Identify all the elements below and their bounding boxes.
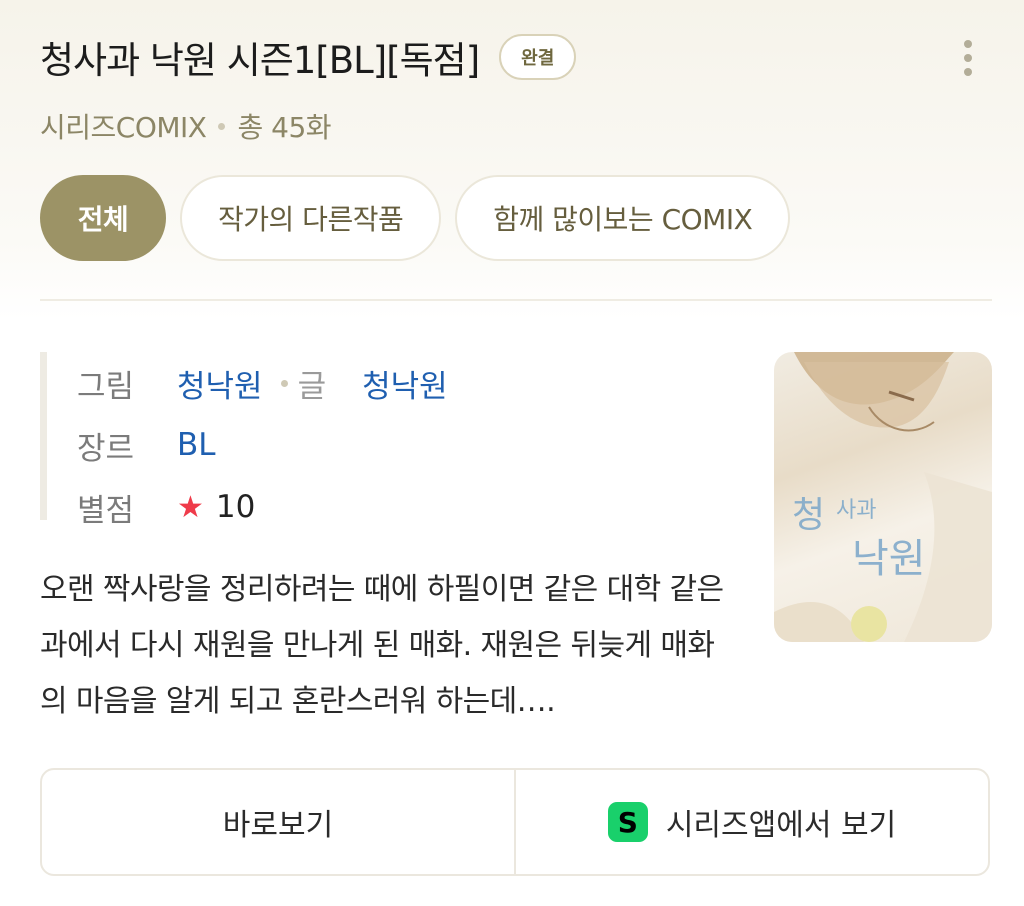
story-label: 글 [297,368,327,405]
separator-dot [280,379,288,387]
rating-value: 10 [215,489,256,525]
tab-frequently-viewed[interactable]: 함께 많이보는 COMIX [455,175,791,261]
art-author-link[interactable]: 청낙원 [177,361,263,406]
info-row-genre: 장르 BL [77,414,448,476]
episode-count: 총 45화 [237,111,332,144]
page-title: 청사과 낙원 시즌1[BL][독점] [40,39,480,82]
read-now-label: 바로보기 [222,808,334,843]
cover-illustration: 청 사과 낙원 [774,352,992,642]
cover-title-line2: 사과 [836,498,876,523]
cover-thumbnail[interactable]: 청 사과 낙원 [774,352,992,642]
genre-link[interactable]: BL [177,427,216,463]
star-icon: ★ [177,489,204,525]
publisher-label: 시리즈COMIX [40,111,207,144]
subtitle-row: 시리즈COMIX 총 45화 [40,106,1004,146]
rating-label: 별점 [77,492,135,529]
genre-label: 장르 [77,430,135,467]
info-block: 그림 청낙원 글 청낙원 장르 BL 별점 ★ 10 [40,352,448,529]
series-app-icon: S [607,802,648,842]
status-badge: 완결 [499,34,577,80]
tab-author-works[interactable]: 작가의 다른작품 [180,175,442,261]
read-now-button[interactable]: 바로보기 [42,770,514,874]
cover-title-line1: 청 [792,495,825,536]
tab-all[interactable]: 전체 [40,175,166,261]
action-bar: 바로보기 S 시리즈앱에서 보기 [40,768,990,876]
more-vertical-icon[interactable] [964,40,974,76]
art-label: 그림 [77,368,135,405]
title-row: 청사과 낙원 시즌1[BL][독점] 완결 [40,30,1004,84]
tab-bar: 전체 작가의 다른작품 함께 많이보는 COMIX [40,175,791,261]
open-series-app-button[interactable]: S 시리즈앱에서 보기 [514,770,988,874]
story-label-wrap: 글 [280,361,327,406]
separator-dot [218,122,226,130]
synopsis: 오랜 짝사랑을 정리하려는 때에 하필이면 같은 대학 같은 과에서 다시 재원… [40,572,724,719]
info-row-art: 그림 청낙원 글 청낙원 [77,352,448,414]
info-row-rating: 별점 ★ 10 [77,476,448,538]
cover-title-line3: 낙원 [852,536,926,582]
story-author-link[interactable]: 청낙원 [362,361,448,406]
divider [40,299,992,301]
header: 청사과 낙원 시즌1[BL][독점] 완결 시리즈COMIX 총 45화 [40,30,1004,150]
open-series-app-label: 시리즈앱에서 보기 [665,808,897,843]
